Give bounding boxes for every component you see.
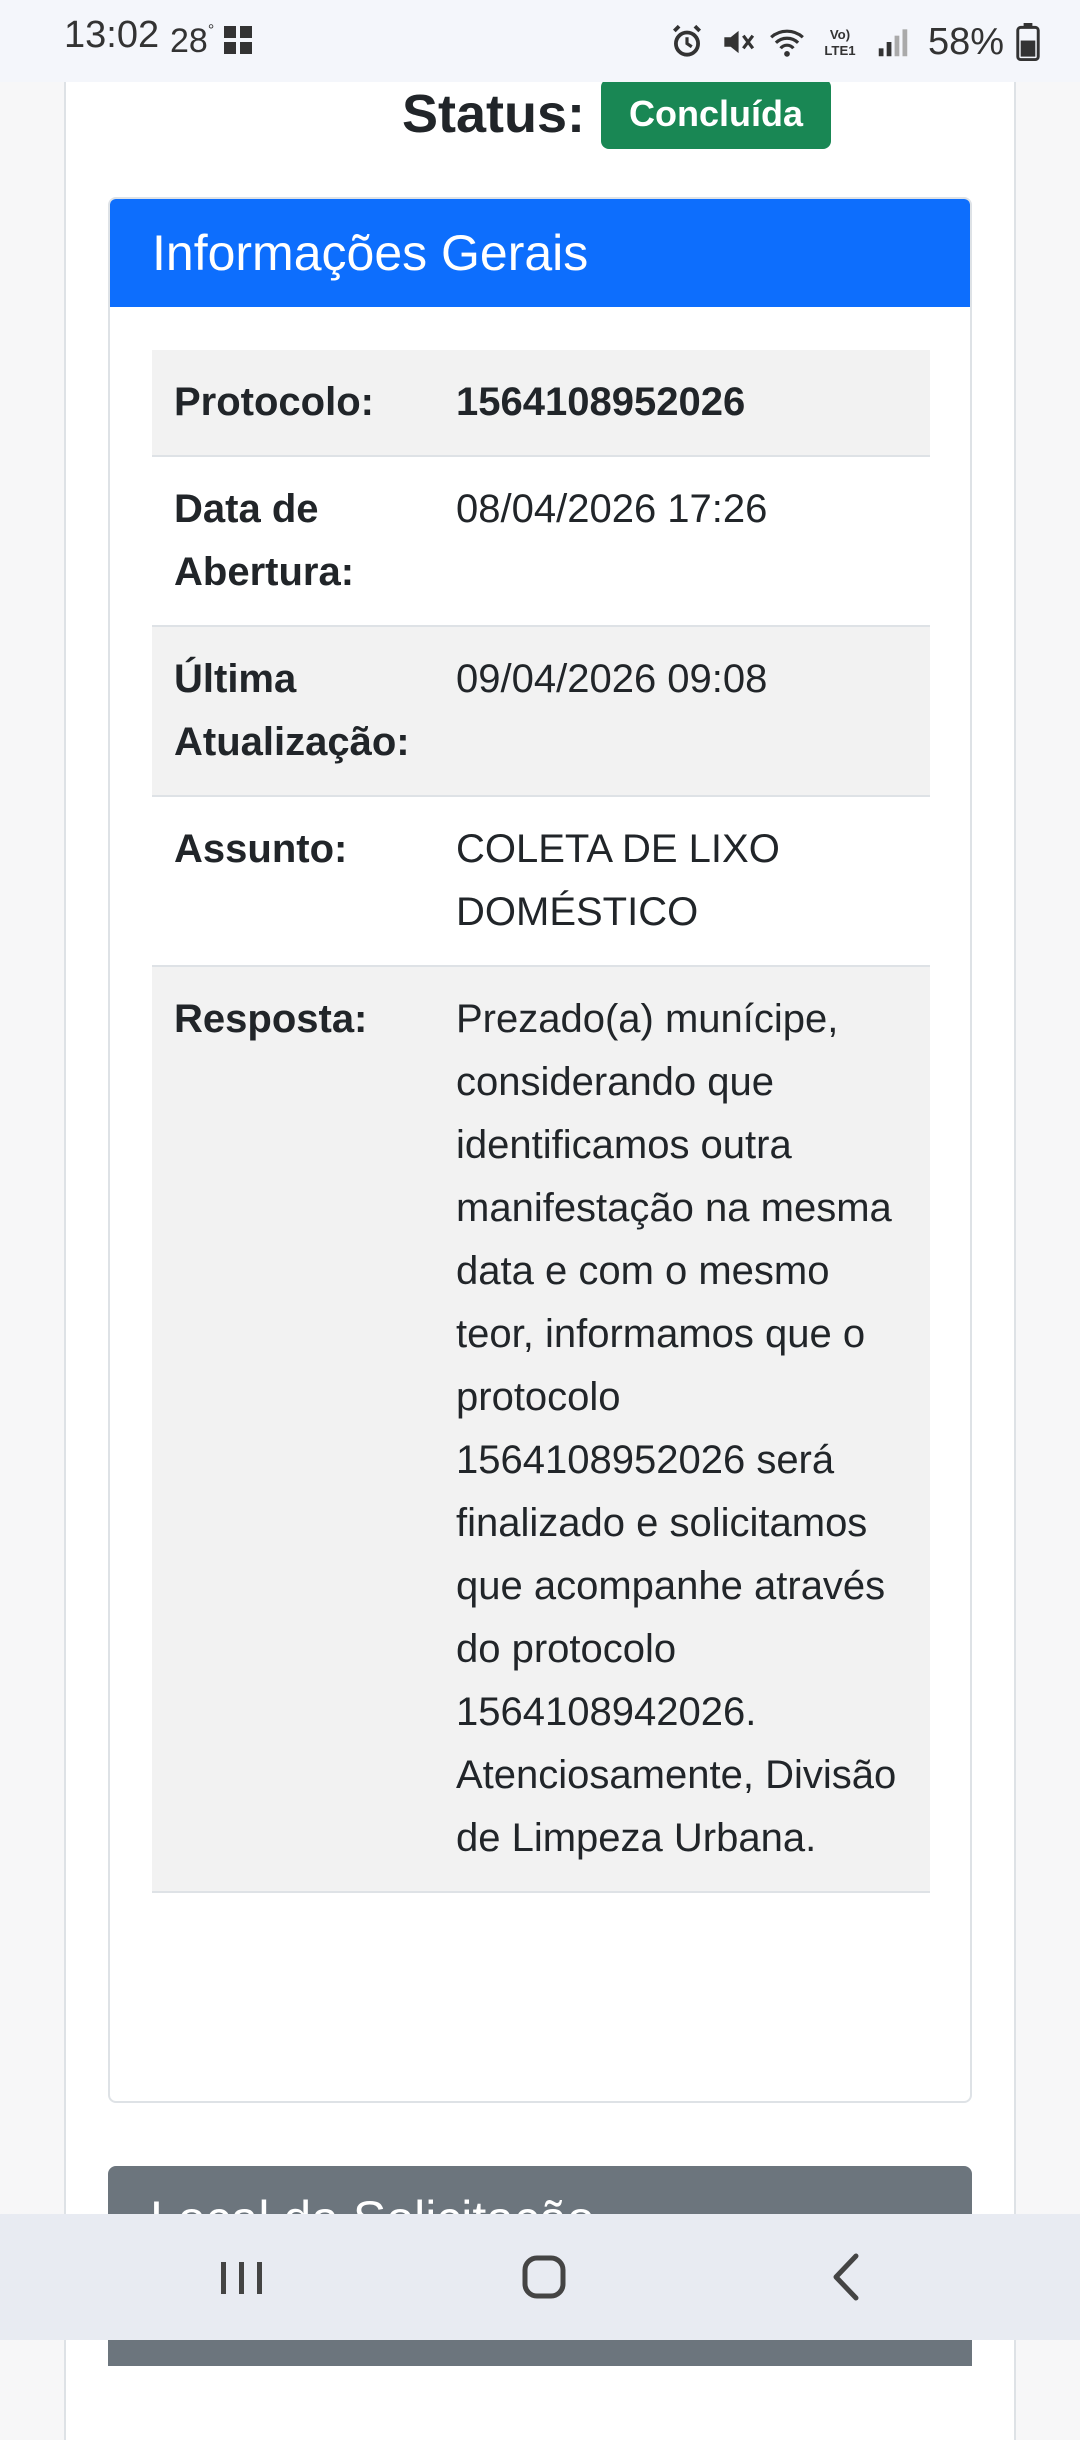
protocol-label: Protocolo:: [152, 350, 432, 457]
signal-icon: [878, 29, 908, 57]
table-row-subject: Assunto: COLETA DE LIXO DOMÉSTICO: [152, 796, 930, 967]
general-info-card: Informações Gerais Protocolo: 1564108952…: [108, 197, 972, 2103]
volte-label-bottom: LTE1: [824, 43, 855, 58]
status-row: Status: Concluída: [402, 74, 832, 154]
mute-icon: [724, 30, 755, 54]
status-badge: Concluída: [601, 79, 832, 149]
weather-temperature: 28°: [170, 22, 214, 61]
page: Status: Concluída Informações Gerais Pro…: [0, 0, 1080, 2440]
protocol-value: 1564108952026: [432, 350, 930, 457]
battery-icon: [1016, 23, 1040, 61]
subject-label: Assunto:: [152, 796, 432, 967]
temperature-value: 28: [170, 22, 208, 60]
table-row-response: Resposta: Prezado(a) munícipe, considera…: [152, 966, 930, 1893]
last-update-value: 09/04/2026 09:08: [432, 626, 930, 797]
volte-label-top: Vo): [830, 27, 850, 42]
general-info-table: Protocolo: 1564108952026 Data de Abertur…: [152, 350, 930, 1893]
home-icon[interactable]: [509, 2242, 579, 2312]
alarm-icon: [672, 24, 701, 57]
response-value: Prezado(a) munícipe, considerando que id…: [432, 966, 930, 1893]
navigation-bar: [0, 2214, 1080, 2340]
response-label: Resposta:: [152, 966, 432, 1893]
subject-value: COLETA DE LIXO DOMÉSTICO: [432, 796, 930, 967]
opening-date-value: 08/04/2026 17:26: [432, 456, 930, 627]
table-row-opening-date: Data de Abertura: 08/04/2026 17:26: [152, 456, 930, 627]
general-info-header: Informações Gerais: [110, 199, 970, 307]
status-label: Status:: [402, 84, 586, 144]
battery-percent: 58%: [927, 20, 1004, 63]
clock: 13:02: [64, 14, 160, 56]
back-icon[interactable]: [812, 2242, 882, 2312]
wifi-icon: [770, 29, 804, 57]
recent-apps-icon[interactable]: [207, 2242, 277, 2312]
opening-date-label: Data de Abertura:: [152, 456, 432, 627]
table-row-last-update: Última Atualização: 09/04/2026 09:08: [152, 626, 930, 797]
temperature-unit: °: [207, 22, 215, 39]
table-row-protocol: Protocolo: 1564108952026: [152, 350, 930, 457]
widget-icon: [224, 26, 252, 54]
status-bar: 13:02 28° Vo) LTE1 58%: [0, 0, 1080, 82]
volte-icon: Vo) LTE1: [824, 27, 855, 58]
last-update-label: Última Atualização:: [152, 626, 432, 797]
general-info-title: Informações Gerais: [152, 225, 589, 281]
status-icons: Vo) LTE1 58%: [668, 18, 1040, 66]
